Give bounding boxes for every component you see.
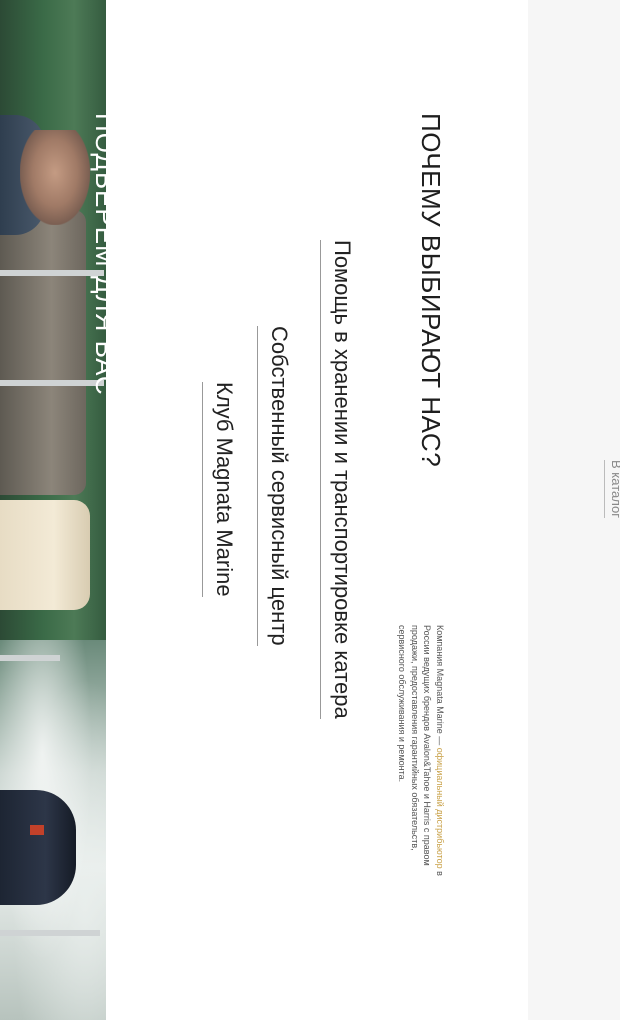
person-image	[20, 130, 90, 225]
section-title: ПОЧЕМУ ВЫБИРАЮТ НАС?	[416, 113, 446, 468]
feature-service-center[interactable]: Собственный сервисный центр	[257, 326, 292, 646]
feature-storage-transport[interactable]: Помощь в хранении и транспортировке кате…	[320, 240, 355, 719]
motor-logo	[30, 825, 44, 835]
feature-club[interactable]: Клуб Magnata Marine	[202, 382, 237, 597]
outboard-motor-image	[0, 790, 76, 905]
boat-rail	[0, 930, 100, 936]
seat-cushion-image	[0, 540, 90, 610]
distributor-link[interactable]: официальный дистрибьютор	[435, 748, 445, 869]
boat-rail	[0, 655, 60, 661]
company-description: Компания Magnata Marine — официальный ди…	[396, 625, 446, 895]
catalog-link[interactable]: В каталог	[604, 460, 620, 518]
description-text: Компания Magnata Marine —	[435, 625, 445, 748]
hero-title: ПОДБЕРЕМ ДЛЯ ВАС	[90, 113, 120, 396]
boat-deck-image	[0, 210, 86, 495]
